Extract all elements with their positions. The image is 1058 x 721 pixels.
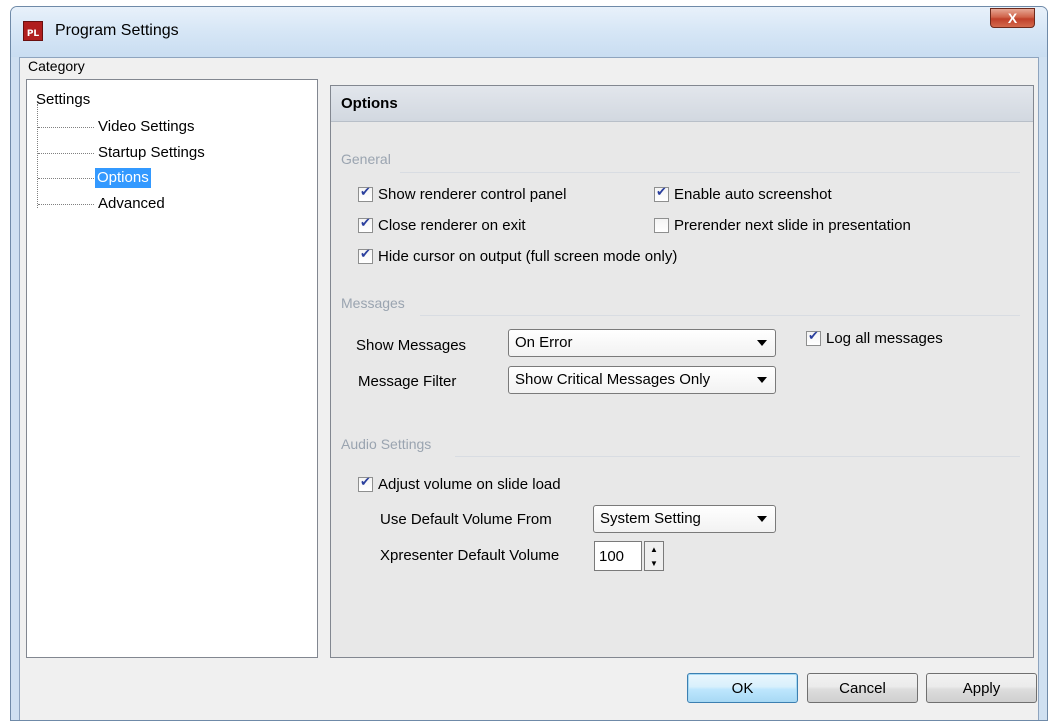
enable-auto-screenshot-checkbox[interactable]: Enable auto screenshot (654, 185, 832, 203)
xpresenter-default-volume-input[interactable] (594, 541, 642, 571)
message-filter-label: Message Filter (358, 373, 457, 390)
default-volume-from-label: Use Default Volume From (380, 511, 552, 528)
tree-connector (38, 153, 94, 154)
tree-connector (38, 204, 94, 205)
hide-cursor-on-output-checkbox[interactable]: Hide cursor on output (full screen mode … (358, 247, 678, 265)
cancel-button[interactable]: Cancel (807, 673, 918, 703)
section-divider (455, 456, 1020, 457)
audio-settings-section-heading: Audio Settings (341, 436, 432, 452)
chevron-down-icon (757, 516, 767, 522)
tree-item-advanced[interactable]: Advanced (98, 194, 165, 214)
prerender-next-slide-checkbox[interactable]: Prerender next slide in presentation (654, 217, 911, 234)
checkbox-box (358, 247, 373, 264)
section-divider (400, 172, 1020, 173)
log-all-messages-checkbox[interactable]: Log all messages (806, 329, 943, 347)
checkbox-box (654, 218, 669, 233)
adjust-volume-checkbox[interactable]: Adjust volume on slide load (358, 475, 561, 493)
volume-stepper[interactable]: ▲ ▼ (644, 541, 664, 571)
panel-title: Options (341, 95, 398, 112)
tree-connector (38, 178, 94, 179)
app-icon: PL (23, 21, 43, 41)
checkbox-box (806, 329, 821, 346)
ok-button[interactable]: OK (687, 673, 798, 703)
checkbox-box (358, 475, 373, 492)
stepper-up-icon[interactable]: ▲ (645, 542, 663, 556)
checkbox-label: Show renderer control panel (378, 186, 567, 203)
category-label: Category (28, 58, 85, 74)
checkbox-label: Log all messages (826, 330, 943, 347)
close-renderer-on-exit-checkbox[interactable]: Close renderer on exit (358, 216, 526, 234)
checkbox-label: Adjust volume on slide load (378, 476, 561, 493)
close-button[interactable]: X (990, 8, 1035, 28)
dropdown-value: On Error (515, 334, 573, 351)
stepper-down-icon[interactable]: ▼ (645, 556, 663, 570)
tree-connector (38, 127, 94, 128)
messages-section-heading: Messages (341, 295, 405, 311)
checkbox-label: Enable auto screenshot (674, 186, 832, 203)
chevron-down-icon (757, 377, 767, 383)
category-tree[interactable] (26, 79, 318, 658)
tree-connector (37, 104, 38, 208)
apply-button[interactable]: Apply (926, 673, 1037, 703)
checkbox-label: Prerender next slide in presentation (674, 217, 911, 234)
panel-header: Options (331, 86, 1033, 122)
xpresenter-default-volume-label: Xpresenter Default Volume (380, 547, 560, 564)
section-divider (420, 315, 1020, 316)
tree-item-options[interactable]: Options (95, 168, 151, 188)
dropdown-value: System Setting (600, 510, 701, 527)
default-volume-from-dropdown[interactable]: System Setting (593, 505, 776, 533)
show-messages-label: Show Messages (356, 337, 467, 354)
title-bar[interactable]: PL Program Settings X (11, 7, 1047, 57)
checkbox-label: Hide cursor on output (full screen mode … (378, 248, 678, 265)
general-section-heading: General (341, 151, 391, 167)
message-filter-dropdown[interactable]: Show Critical Messages Only (508, 366, 776, 394)
show-renderer-control-panel-checkbox[interactable]: Show renderer control panel (358, 185, 567, 203)
tree-item-startup-settings[interactable]: Startup Settings (98, 143, 205, 163)
tree-item-settings[interactable]: Settings (36, 90, 90, 110)
chevron-down-icon (757, 340, 767, 346)
checkbox-box (654, 185, 669, 202)
tree-item-video-settings[interactable]: Video Settings (98, 117, 194, 137)
checkbox-box (358, 216, 373, 233)
checkbox-box (358, 185, 373, 202)
close-icon: X (1007, 10, 1018, 26)
checkbox-label: Close renderer on exit (378, 217, 526, 234)
show-messages-dropdown[interactable]: On Error (508, 329, 776, 357)
dropdown-value: Show Critical Messages Only (515, 371, 711, 388)
window-title: Program Settings (55, 22, 179, 39)
